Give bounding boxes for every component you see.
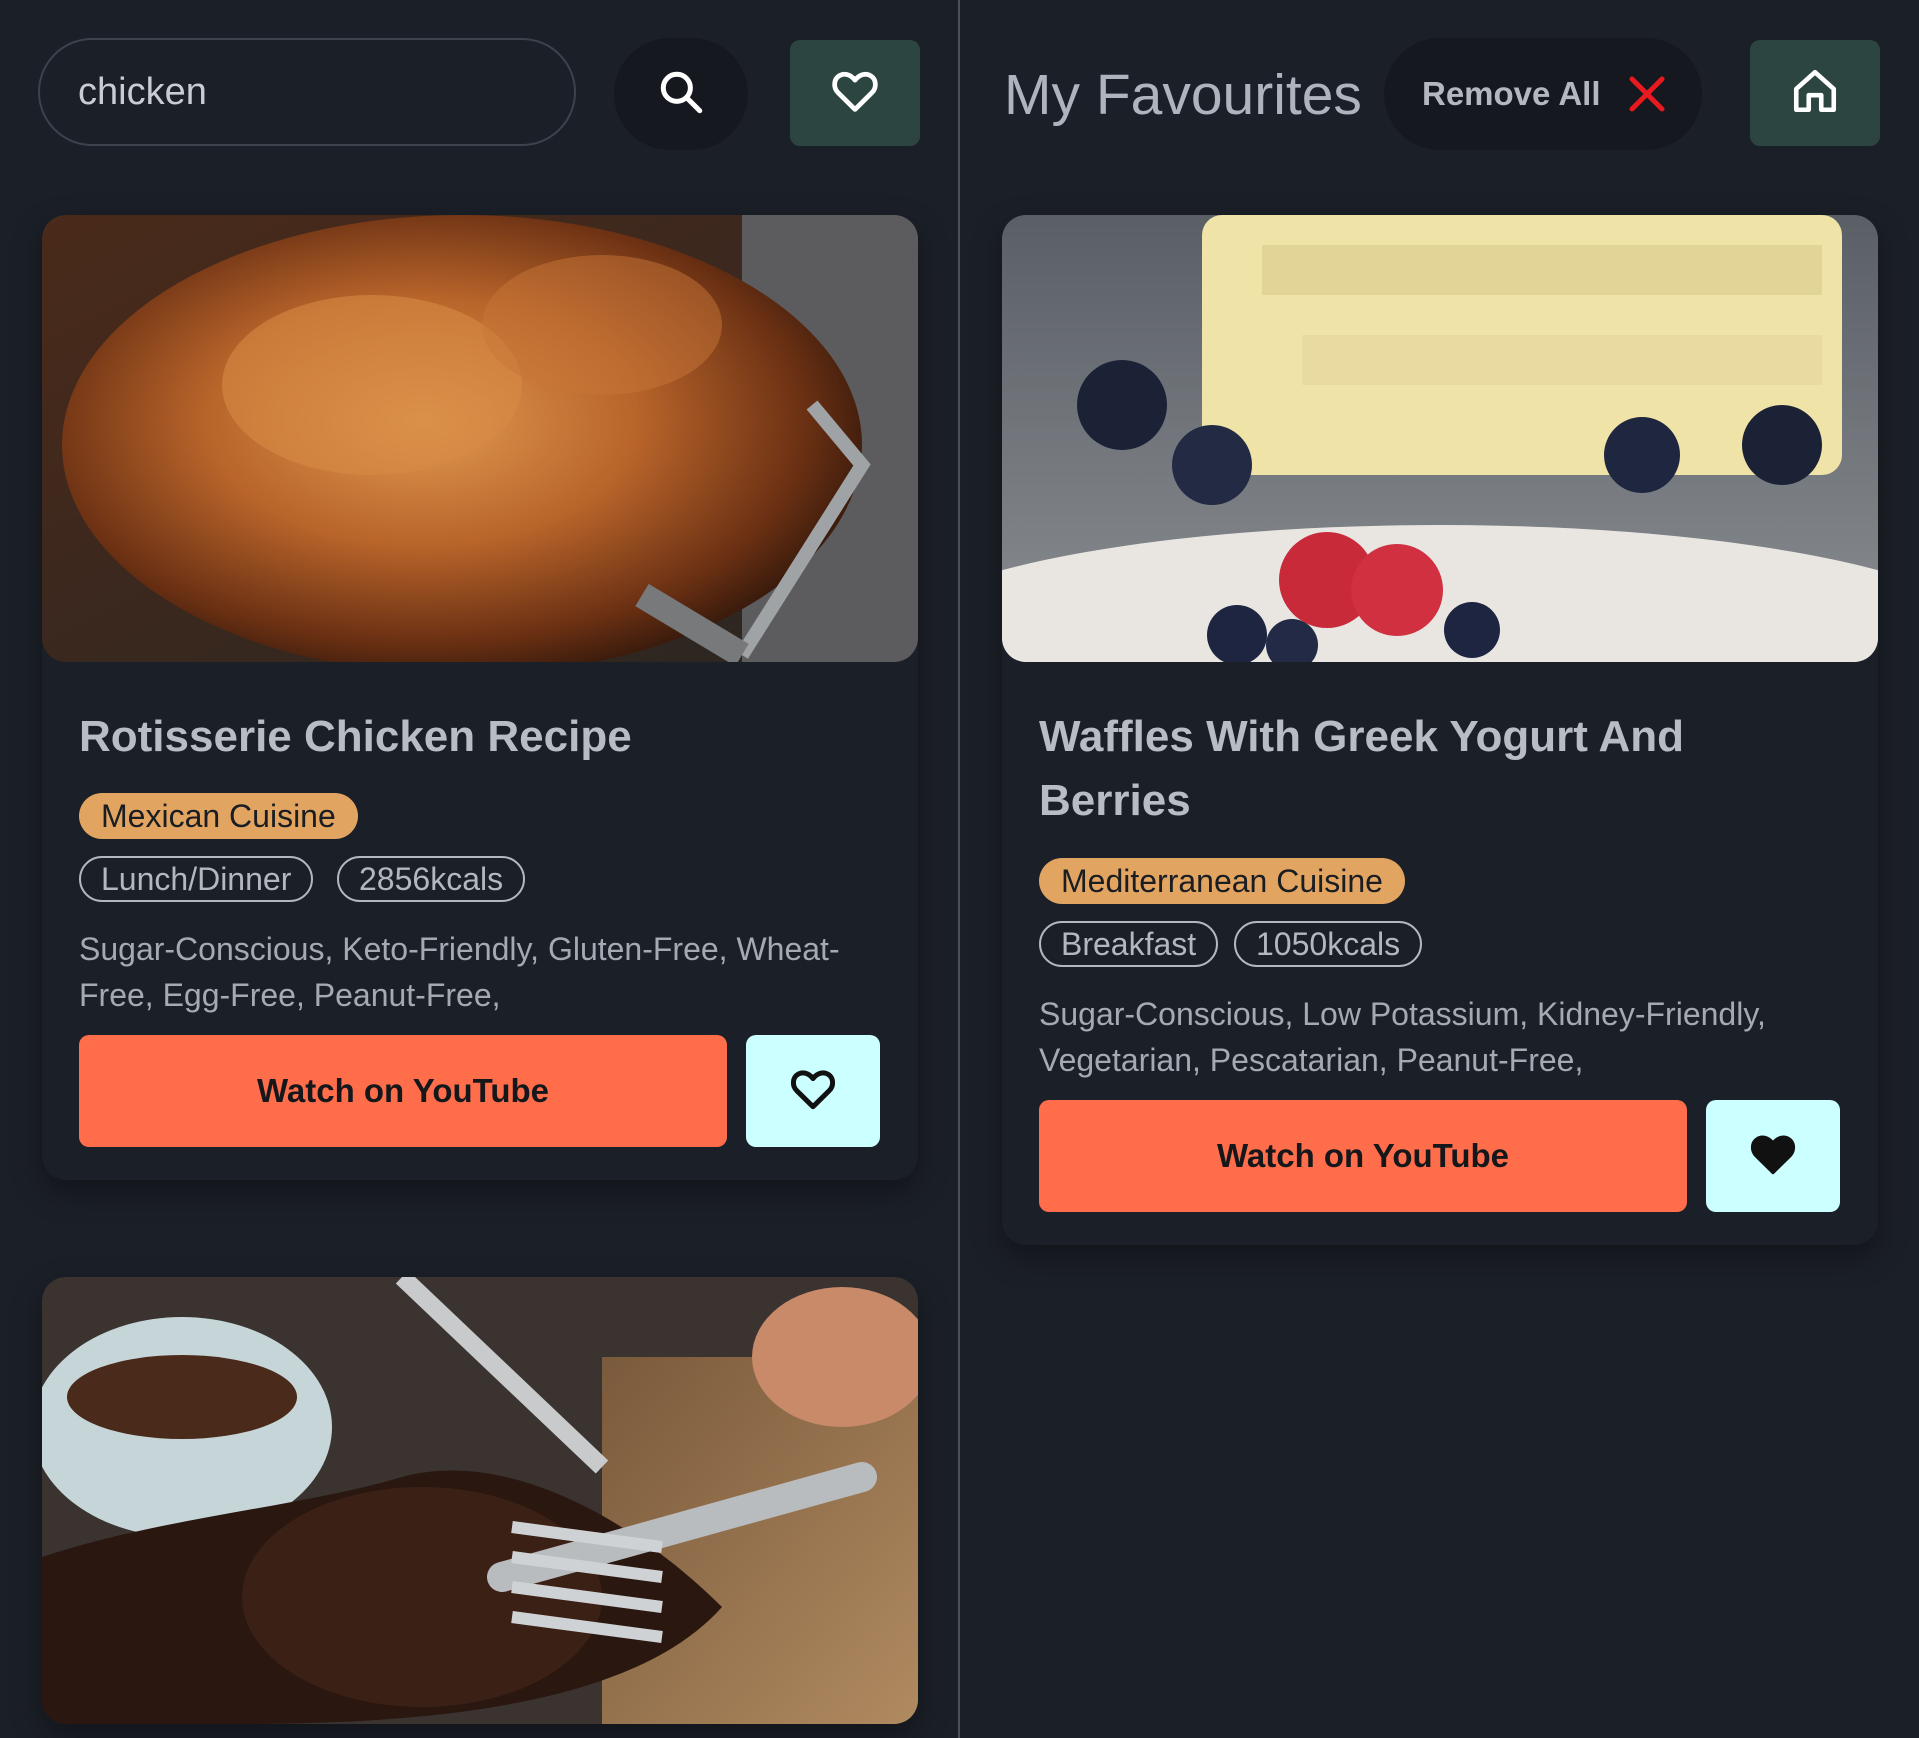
home-nav-button[interactable] [1750, 40, 1880, 146]
add-favourite-button[interactable] [746, 1035, 880, 1147]
calories-tag: 1050kcals [1234, 921, 1423, 967]
remove-favourite-button[interactable] [1706, 1100, 1840, 1212]
remove-all-label: Remove All [1422, 75, 1601, 112]
recipe-card: Rotisserie Chicken Recipe Mexican Cuisin… [42, 215, 918, 1180]
health-labels: Sugar-Conscious, Low Potassium, Kidney-F… [1039, 996, 1766, 1078]
calories-tag: 2856kcals [337, 856, 526, 902]
search-icon [656, 67, 706, 122]
meal-type-tag: Lunch/Dinner [79, 856, 314, 902]
search-button[interactable] [614, 38, 748, 150]
heart-outline-icon [829, 65, 881, 122]
search-input[interactable] [38, 38, 576, 146]
cuisine-tag: Mediterranean Cuisine [1039, 858, 1405, 904]
recipe-title: Waffles With Greek Yogurt And Berries [1039, 712, 1684, 825]
home-icon [1790, 66, 1840, 121]
favourites-nav-button[interactable] [790, 40, 920, 146]
remove-all-button[interactable]: Remove All [1384, 38, 1702, 150]
health-labels: Sugar-Conscious, Keto-Friendly, Gluten-F… [79, 931, 840, 1013]
page-title: My Favourites [1004, 63, 1362, 127]
rotisserie-chicken-image [42, 215, 918, 662]
cuisine-tag: Mexican Cuisine [79, 793, 358, 839]
heart-outline-icon [788, 1064, 838, 1119]
search-panel: Rotisserie Chicken Recipe Mexican Cuisin… [0, 0, 958, 1738]
heart-filled-icon [1747, 1128, 1799, 1185]
recipe-card [42, 1277, 918, 1724]
watch-on-youtube-button[interactable]: Watch on YouTube [79, 1035, 727, 1147]
recipe-title: Rotisserie Chicken Recipe [79, 712, 632, 761]
grilled-meat-image [42, 1277, 918, 1724]
watch-on-youtube-button[interactable]: Watch on YouTube [1039, 1100, 1687, 1212]
meal-type-tag: Breakfast [1039, 921, 1219, 967]
waffles-image [1002, 215, 1878, 662]
close-icon [1627, 74, 1667, 114]
favourite-recipe-card: Waffles With Greek Yogurt And Berries Me… [1002, 215, 1878, 1245]
